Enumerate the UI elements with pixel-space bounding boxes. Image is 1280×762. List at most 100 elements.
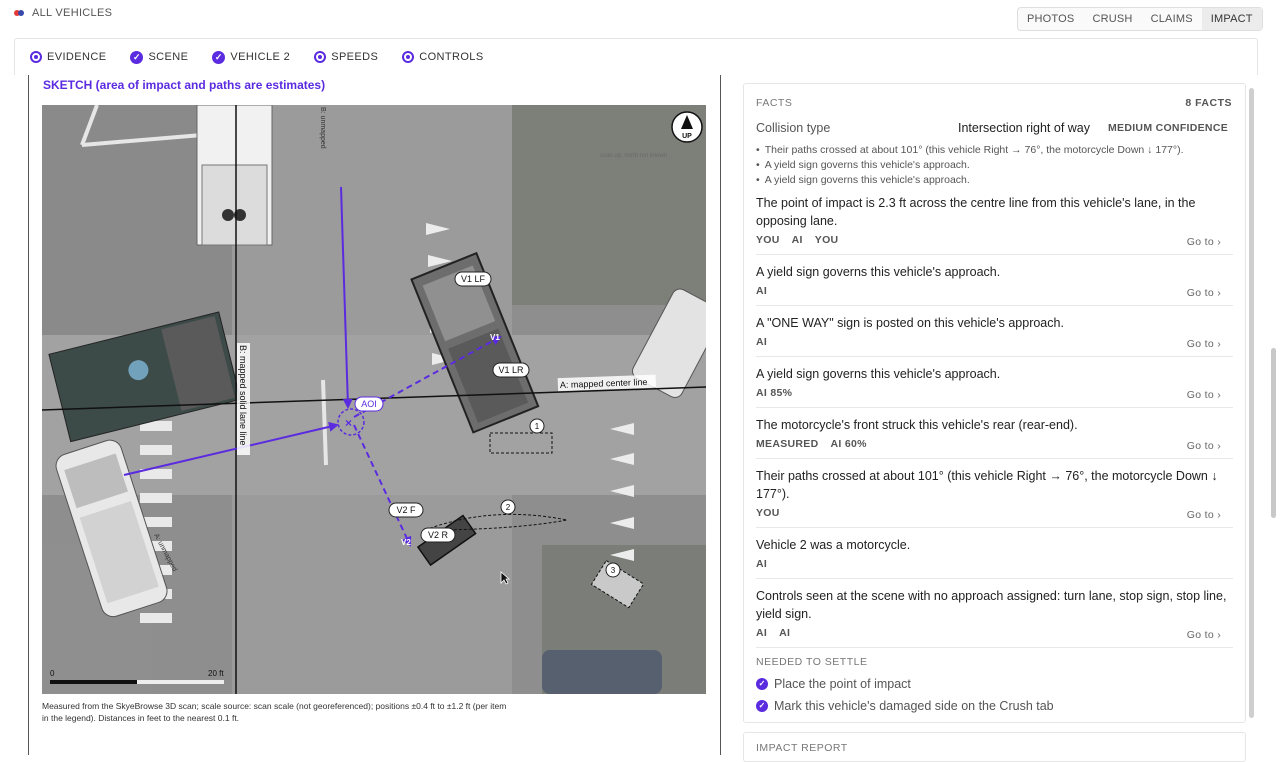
fact-item: A "ONE WAY" sign is posted on this vehic… [756, 314, 1233, 357]
scale-start-label: 0 [50, 669, 55, 678]
fact-text: Controls seen at the scene with no appro… [756, 589, 1227, 621]
fact-text: The motorcycle's front struck this vehic… [756, 418, 1078, 432]
truck-cab [201, 164, 268, 246]
top-road-label-group: B: unmapped [319, 107, 326, 149]
needed-item-label: Mark this vehicle's damaged side on the … [774, 699, 1054, 713]
source-tag: AI [756, 285, 768, 297]
truck-light [222, 209, 234, 221]
step-label: EVIDENCE [47, 51, 107, 63]
source-tag: AI [756, 558, 768, 570]
goto-link[interactable]: Go to › [1187, 389, 1221, 401]
needed-item-label: Place the point of impact [774, 677, 911, 691]
evidence-marker-1[interactable]: 1 [529, 418, 545, 434]
north-label: UP [682, 133, 692, 140]
top-bar: ALL VEHICLES PHOTOS CRUSH CLAIMS IMPACT [0, 0, 1280, 38]
scale-end-label: 20 ft [208, 669, 224, 678]
evidence-marker-2[interactable]: 2 [500, 499, 516, 515]
aoi-x-icon: × [345, 416, 352, 430]
confidence-badge: MEDIUM CONFIDENCE [1107, 122, 1228, 134]
impact-report-header: IMPACT REPORT [756, 742, 848, 754]
label-aoi-text: AOI [361, 399, 377, 409]
impact-report-section[interactable]: IMPACT REPORT [743, 732, 1246, 762]
tarp [542, 650, 662, 694]
sketch-svg: × 0 20 ft A: mapped center line B: mappe… [42, 105, 706, 694]
collision-type-row: Collision type Intersection right of way… [756, 121, 1228, 139]
step-label: SCENE [148, 51, 189, 63]
collision-type-value: Intersection right of way [958, 121, 1091, 135]
tab-crush[interactable]: CRUSH [1083, 8, 1141, 30]
source-tag: YOU [756, 234, 780, 246]
label-aoi[interactable]: AOI [354, 396, 384, 412]
step-scene[interactable]: ✓ SCENE [130, 50, 189, 64]
check-icon: ✓ [756, 678, 768, 690]
fact-item: A yield sign governs this vehicle's appr… [756, 365, 1233, 408]
goto-link[interactable]: Go to › [1187, 287, 1221, 299]
step-evidence[interactable]: EVIDENCE [30, 51, 106, 63]
source-tag: AI [756, 627, 768, 639]
needed-item[interactable]: ✓ Mark this vehicle's damaged side on the… [756, 699, 1054, 713]
goto-link[interactable]: Go to › [1187, 440, 1221, 452]
facts-title: FACTS [756, 97, 793, 109]
label-v2r[interactable]: V2 R [420, 527, 456, 543]
label-v1: V1 [490, 333, 500, 342]
label-v2f[interactable]: V2 F [388, 502, 424, 518]
fact-item: A yield sign governs this vehicle's appr… [756, 263, 1233, 306]
label-v1lf[interactable]: V1 LF [454, 271, 492, 287]
label-v1lr[interactable]: V1 LR [492, 362, 530, 378]
label-v2f-text: V2 F [396, 505, 416, 515]
goto-link[interactable]: Go to › [1187, 338, 1221, 350]
fact-item: The motorcycle's front struck this vehic… [756, 416, 1233, 459]
label-v1lf-text: V1 LF [461, 274, 486, 284]
goto-link[interactable]: Go to › [1187, 236, 1221, 248]
step-speeds[interactable]: SPEEDS [314, 51, 378, 63]
label-v1lr-text: V1 LR [498, 365, 524, 375]
fact-text: A yield sign governs this vehicle's appr… [756, 265, 1001, 279]
check-icon: ✓ [130, 50, 144, 64]
step-current-icon [30, 51, 42, 63]
evidence-marker-2-text: 2 [506, 503, 511, 512]
needed-item[interactable]: ✓ Place the point of impact [756, 677, 911, 691]
needed-header: NEEDED TO SETTLE [756, 656, 868, 668]
fact-text: Vehicle 2 was a motorcycle. [756, 538, 911, 552]
evidence-marker-3[interactable]: 3 [605, 562, 621, 578]
fact-text: Their paths crossed at about 101° (this … [756, 469, 1218, 501]
goto-link[interactable]: Go to › [1187, 629, 1221, 641]
solid-lane-label-group: B: mapped solid lane line [237, 343, 250, 455]
all-vehicles-label: ALL VEHICLES [32, 7, 113, 19]
bullet-item: A yield sign governs this vehicle's appr… [756, 158, 1232, 173]
evidence-marker-1-text: 1 [535, 422, 540, 431]
source-tag: AI 60% [830, 438, 867, 450]
tab-photos[interactable]: PHOTOS [1018, 8, 1083, 30]
sketch-title: SKETCH (area of impact and paths are est… [43, 78, 326, 92]
evidence-marker-3-text: 3 [611, 566, 616, 575]
page-scrollbar[interactable] [1271, 348, 1276, 518]
step-vehicle-2[interactable]: ✓ VEHICLE 2 [212, 50, 290, 64]
fact-item: Controls seen at the scene with no appro… [756, 587, 1233, 648]
top-road-label: B: unmapped [319, 107, 326, 149]
bullet-item: Their paths crossed at about 101° (this … [756, 143, 1232, 158]
fact-text: The point of impact is 2.3 ft across the… [756, 196, 1196, 228]
scene-sketch-map[interactable]: × 0 20 ft A: mapped center line B: mappe… [42, 105, 706, 694]
check-icon: ✓ [212, 50, 226, 64]
bullet-item: A yield sign governs this vehicle's appr… [756, 173, 1232, 188]
tab-impact[interactable]: IMPACT [1201, 8, 1262, 30]
tab-claims[interactable]: CLAIMS [1142, 8, 1202, 30]
view-tabs: PHOTOS CRUSH CLAIMS IMPACT [1017, 7, 1263, 31]
fact-text: A "ONE WAY" sign is posted on this vehic… [756, 316, 1064, 330]
step-controls[interactable]: CONTROLS [402, 51, 483, 63]
source-tag: YOU [756, 507, 780, 519]
step-current-icon [402, 51, 415, 63]
north-note: scan up, north not known [600, 153, 667, 159]
goto-link[interactable]: Go to › [1187, 509, 1221, 521]
label-v2: V2 [401, 538, 411, 547]
source-tag: AI [779, 627, 791, 639]
sketch-caption: Measured from the SkyeBrowse 3D scan; sc… [42, 701, 507, 723]
fact-text: A yield sign governs this vehicle's appr… [756, 367, 1001, 381]
source-tag: AI [756, 336, 768, 348]
all-vehicles-link[interactable]: ALL VEHICLES [14, 7, 112, 19]
fact-item: The point of impact is 2.3 ft across the… [756, 194, 1233, 255]
panel-scrollbar[interactable] [1249, 88, 1254, 718]
facts-header: FACTS 8 FACTS [756, 97, 1232, 109]
source-tag: MEASURED [756, 438, 819, 450]
source-tag: AI 85% [756, 387, 793, 399]
